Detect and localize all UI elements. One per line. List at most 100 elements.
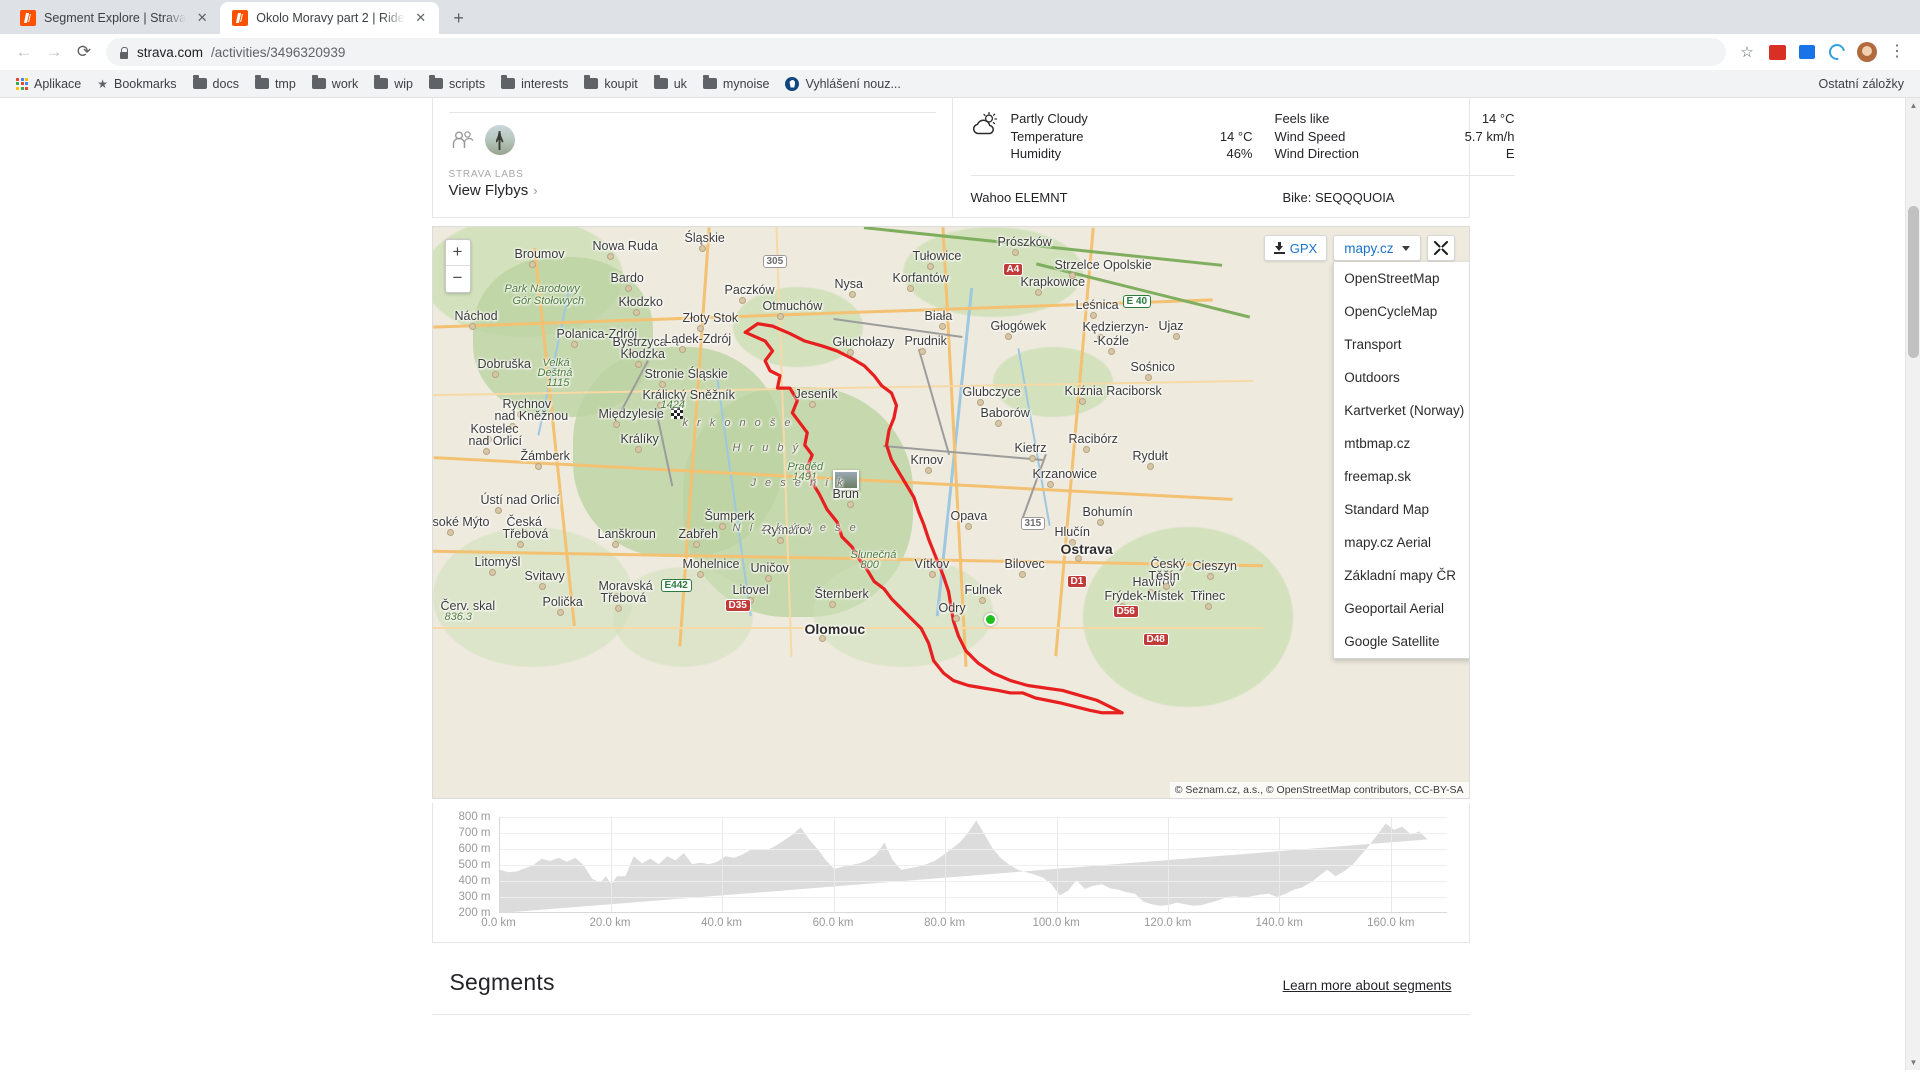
- zoom-out-button[interactable]: −: [446, 266, 470, 292]
- bookmark-item-uk[interactable]: uk: [646, 74, 695, 94]
- folder-icon: [501, 75, 516, 89]
- map-city-dot: [1068, 272, 1076, 279]
- address-bar[interactable]: strava.com/activities/3496320939: [106, 38, 1726, 66]
- bookmark-label: tmp: [274, 76, 296, 91]
- map-layer-option[interactable]: OpenStreetMap: [1334, 262, 1468, 295]
- weather-temperature-row: Temperature 14 °C: [1011, 128, 1253, 146]
- chart-x-tick-label: 20.0 km: [589, 917, 631, 929]
- map-city-dot: [494, 507, 502, 514]
- scroll-down-arrow-icon[interactable]: ▼: [1906, 1055, 1920, 1070]
- fullscreen-button[interactable]: [1426, 235, 1455, 261]
- map-layer-selector[interactable]: mapy.cz: [1333, 235, 1421, 261]
- chart-gridline: [499, 897, 1447, 898]
- chevron-right-icon: ›: [533, 183, 538, 198]
- map-layer-option[interactable]: Kartverket (Norway): [1334, 394, 1468, 427]
- browser-chrome: Segment Explore | Strava ✕ Okolo Moravy …: [0, 0, 1920, 98]
- map-layer-menu[interactable]: OpenStreetMap OpenCycleMap Transport Outdoo…: [1333, 262, 1469, 659]
- map-place-label: Svitavy: [524, 569, 565, 583]
- page-scrollbar[interactable]: ▲ ▼: [1905, 98, 1920, 1070]
- chart-gridline: [499, 817, 1447, 818]
- extension-blue-icon[interactable]: [1794, 39, 1820, 65]
- chart-gridline: [610, 817, 612, 912]
- map-city-dot: [952, 615, 960, 622]
- bookmark-star-icon[interactable]: ☆: [1734, 39, 1760, 65]
- download-icon: [1273, 242, 1285, 254]
- map-city-dot: [1046, 481, 1054, 488]
- map-road-shield: E 40: [1122, 295, 1152, 308]
- map-place-label: Bardo: [610, 271, 644, 285]
- map-layer-option[interactable]: Základní mapy ČR: [1334, 559, 1468, 592]
- bookmark-item-interests[interactable]: interests: [493, 74, 576, 94]
- scrollbar-thumb[interactable]: [1908, 206, 1919, 358]
- map-city-dot: [488, 569, 496, 576]
- bookmark-item-aplikace[interactable]: Aplikace: [8, 74, 89, 94]
- bookmark-label: scripts: [448, 76, 486, 91]
- bookmark-item-vyhlaseni[interactable]: Vyhlášení nouz...: [777, 74, 908, 94]
- bookmark-item-work[interactable]: work: [304, 74, 366, 94]
- bookmark-item-koupit[interactable]: koupit: [576, 74, 645, 94]
- bookmark-item-tmp[interactable]: tmp: [247, 74, 304, 94]
- weather-key: Temperature: [1010, 128, 1084, 144]
- back-button[interactable]: ←: [10, 38, 38, 66]
- strava-activity-page: STRAVA LABS View Flybys › Partly Cloudy …: [0, 98, 1901, 1015]
- reload-button[interactable]: ⟳: [70, 38, 98, 66]
- extension-red-icon[interactable]: [1764, 39, 1790, 65]
- map-zoom-controls[interactable]: + −: [444, 239, 471, 293]
- chart-y-tick-label: 300 m: [458, 891, 491, 903]
- map-layer-option[interactable]: Transport: [1334, 328, 1468, 361]
- map-city-dot: [482, 448, 490, 455]
- avatar[interactable]: [484, 125, 515, 155]
- map-place-label: Kędzierzyn-: [1082, 320, 1149, 334]
- bookmark-item-wip[interactable]: wip: [366, 74, 421, 94]
- map-road-shield: D35: [724, 599, 751, 612]
- map-layer-option[interactable]: Outdoors: [1334, 361, 1468, 394]
- map-city-dot: [1206, 573, 1214, 580]
- close-tab-icon[interactable]: ✕: [413, 10, 429, 26]
- chart-x-tick-label: 100.0 km: [1032, 917, 1080, 929]
- bookmark-label: mynoise: [722, 76, 770, 91]
- extension-circle-icon[interactable]: [1824, 39, 1850, 65]
- new-tab-button[interactable]: +: [445, 4, 473, 32]
- map-city-dot: [614, 605, 622, 612]
- map-place-label: Broumov: [514, 247, 565, 261]
- map-layer-option[interactable]: OpenCycleMap: [1334, 295, 1468, 328]
- view-flybys-link[interactable]: View Flybys ›: [449, 182, 936, 199]
- map-place-label: Mohelnice: [682, 557, 740, 571]
- browser-tab-1[interactable]: Okolo Moravy part 2 | Ride ✕: [220, 2, 439, 34]
- weather-winddirection-row: Wind Direction E: [1275, 145, 1515, 163]
- bookmark-item-bookmarks[interactable]: ★ Bookmarks: [89, 74, 184, 94]
- map-layer-option[interactable]: mapy.cz Aerial: [1334, 526, 1468, 559]
- close-tab-icon[interactable]: ✕: [194, 10, 210, 26]
- profile-avatar[interactable]: [1854, 39, 1880, 65]
- learn-more-about-segments-link[interactable]: Learn more about segments: [1283, 978, 1452, 993]
- weather-left-column: Partly Cloudy Temperature 14 °C Humidity…: [971, 110, 1253, 163]
- map-place-label: Śląskie: [684, 231, 725, 245]
- other-bookmarks-button[interactable]: Ostatní záložky: [1805, 74, 1912, 94]
- weather-windspeed-row: Wind Speed 5.7 km/h: [1275, 128, 1515, 146]
- bookmark-item-docs[interactable]: docs: [185, 74, 247, 94]
- map-layer-option[interactable]: freemap.sk: [1334, 460, 1468, 493]
- browser-tab-0[interactable]: Segment Explore | Strava ✕: [8, 2, 221, 34]
- map-layer-option[interactable]: mtbmap.cz: [1334, 427, 1468, 460]
- map-road-shield: 315: [1020, 517, 1046, 530]
- scroll-up-arrow-icon[interactable]: ▲: [1906, 98, 1920, 113]
- gpx-download-button[interactable]: GPX: [1263, 235, 1328, 261]
- map-layer-option[interactable]: Geoportail Aerial: [1334, 592, 1468, 625]
- url-host: strava.com: [137, 44, 204, 60]
- segments-title: Segments: [449, 969, 555, 995]
- map-city-dot: [964, 523, 972, 530]
- map-city-dot: [776, 537, 784, 544]
- map-layer-option[interactable]: Google Satellite: [1334, 625, 1468, 658]
- forward-button[interactable]: →: [40, 38, 68, 66]
- chrome-menu-icon[interactable]: ⋮: [1884, 39, 1910, 65]
- map-place-label: Polička: [542, 595, 583, 609]
- elevation-chart[interactable]: 200 m 300 m 400 m 500 m 600 m 700 m 800 m 0.0 …: [431, 803, 1470, 943]
- map-place-label: Stronie Śląskie: [644, 367, 728, 381]
- bookmark-item-scripts[interactable]: scripts: [421, 74, 493, 94]
- bookmark-item-mynoise[interactable]: mynoise: [695, 74, 778, 94]
- activity-map[interactable]: Broumov Nowa Ruda Śląskie Tułowice Prószków B…: [431, 226, 1470, 799]
- map-terrain-label: Gór Stołowych: [512, 295, 585, 307]
- map-range-label: H r u b ý: [732, 442, 802, 454]
- zoom-in-button[interactable]: +: [445, 240, 470, 266]
- map-layer-option[interactable]: Standard Map: [1334, 493, 1468, 526]
